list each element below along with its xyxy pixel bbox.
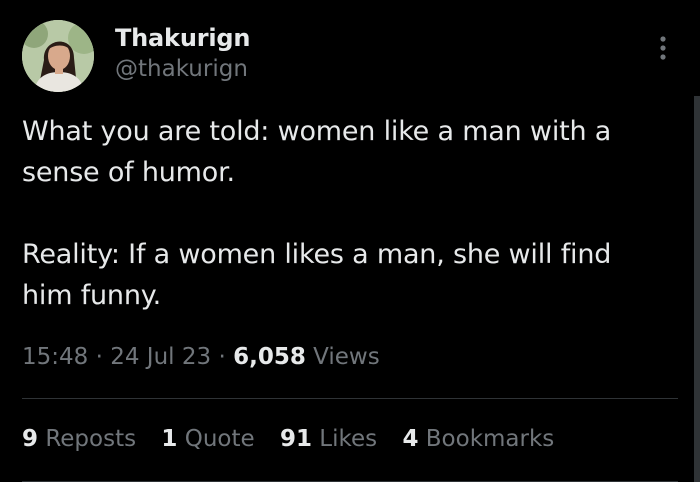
meta-separator: · [218, 344, 226, 370]
bookmarks-label: Bookmarks [425, 426, 555, 452]
bookmarks-count: 4 [402, 426, 419, 452]
avatar[interactable] [22, 20, 94, 92]
quotes-label: Quote [184, 426, 255, 452]
views-label: Views [313, 344, 380, 370]
divider [22, 398, 678, 399]
author-display-name[interactable]: Thakurign [115, 24, 250, 52]
scrollbar[interactable] [694, 96, 700, 482]
meta-separator: · [95, 344, 103, 370]
tweet-text: What you are told: women like a man with… [22, 116, 612, 311]
avatar-image [22, 20, 94, 92]
tweet-time[interactable]: 15:48 [22, 344, 88, 370]
likes-label: Likes [319, 426, 378, 452]
reposts-count: 9 [22, 426, 39, 452]
quotes-stat[interactable]: 1 Quote [161, 426, 254, 452]
quotes-count: 1 [161, 426, 178, 452]
tweet-date[interactable]: 24 Jul 23 [110, 344, 211, 370]
bookmarks-stat[interactable]: 4 Bookmarks [402, 426, 554, 452]
author-handle[interactable]: @thakurign [115, 56, 248, 82]
tweet-meta: 15:48 · 24 Jul 23 · 6,058 Views [22, 344, 380, 370]
reposts-stat[interactable]: 9 Reposts [22, 426, 136, 452]
tweet-card: Thakurign @thakurign What you are told: … [0, 0, 700, 482]
likes-stat[interactable]: 91 Likes [280, 426, 377, 452]
views-count: 6,058 [233, 344, 306, 370]
reposts-label: Reposts [45, 426, 137, 452]
more-vertical-icon[interactable] [650, 34, 676, 64]
likes-count: 91 [279, 426, 312, 452]
engagement-stats: 9 Reposts 1 Quote 91 Likes 4 Bookmarks [22, 426, 572, 452]
